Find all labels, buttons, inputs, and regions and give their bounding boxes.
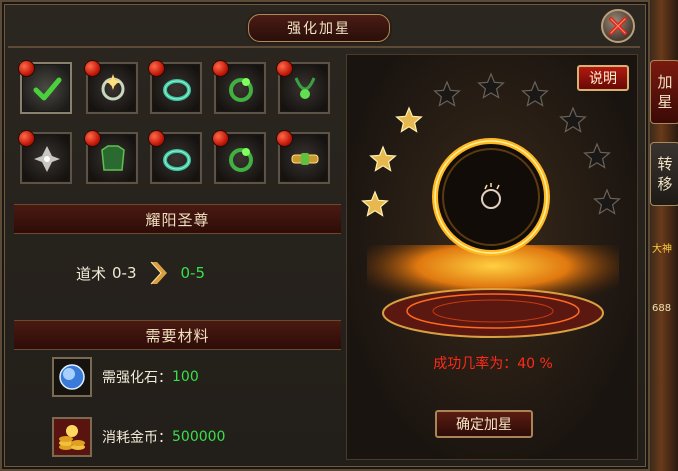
stat-from-value: 0-3 bbox=[112, 264, 137, 282]
star-lit-icon bbox=[361, 190, 389, 217]
equipment-slot-8[interactable] bbox=[148, 130, 202, 184]
enhance-ring bbox=[432, 138, 550, 256]
equipment-slot-2[interactable] bbox=[84, 60, 138, 114]
green-armor-icon bbox=[101, 145, 125, 171]
close-button[interactable] bbox=[601, 9, 635, 43]
star-empty-icon bbox=[583, 142, 611, 169]
tab-add-star-label-1: 加 bbox=[657, 73, 673, 91]
star-empty-icon bbox=[433, 80, 461, 107]
stone-label: 需强化石： bbox=[102, 370, 172, 386]
stat-upgrade-row: 道术 0-3 0-5 bbox=[76, 260, 205, 286]
equipment-slot-4[interactable] bbox=[212, 60, 266, 114]
stat-to-value: 0-5 bbox=[180, 264, 206, 282]
edge-number-fragment: 688 bbox=[652, 303, 672, 314]
success-rate-text: 成功几率为：40 % bbox=[433, 356, 553, 372]
star-empty-icon bbox=[477, 72, 505, 99]
star-empty-icon bbox=[559, 106, 587, 133]
tab-transfer-label-1: 转 bbox=[657, 155, 673, 173]
close-icon bbox=[609, 17, 627, 35]
equipment-slot-10[interactable] bbox=[276, 130, 330, 184]
gold-coins-icon bbox=[52, 417, 92, 457]
sparkle-bracelet-icon bbox=[101, 74, 125, 101]
equipment-slot-3[interactable] bbox=[148, 60, 202, 114]
jade-bracelet-icon bbox=[163, 149, 191, 171]
left-panel: 耀阳圣尊 道术 0-3 0-5 需要材料 需强化石： 100 消耗金币： 500… bbox=[14, 54, 341, 460]
strengthen-stone-row: 需强化石： 100 bbox=[52, 356, 199, 398]
equipment-slot-5[interactable] bbox=[276, 60, 330, 114]
equipment-name-header: 耀阳圣尊 bbox=[14, 204, 341, 234]
green-ring-icon bbox=[229, 148, 253, 172]
gold-label: 消耗金币： bbox=[102, 430, 172, 446]
star-panel: 说明 成功几率为：40 % 确定加星 bbox=[346, 54, 638, 460]
stone-value: 100 bbox=[172, 369, 199, 385]
altar-platform bbox=[367, 245, 619, 338]
tab-transfer[interactable]: 转 移 bbox=[650, 142, 678, 206]
edge-name-fragment: 大神 bbox=[652, 244, 672, 255]
gold-belt-icon bbox=[291, 153, 319, 165]
equipment-slot-1[interactable] bbox=[18, 60, 72, 114]
star-empty-icon bbox=[593, 188, 621, 215]
gold-cost-row: 消耗金币： 500000 bbox=[52, 416, 225, 458]
silver-amulet-icon bbox=[34, 146, 60, 172]
equipment-slot-6[interactable] bbox=[18, 130, 72, 184]
tab-add-star-label-2: 星 bbox=[657, 93, 673, 111]
jade-bracelet-icon bbox=[163, 79, 191, 101]
materials-header: 需要材料 bbox=[14, 320, 341, 350]
header-divider bbox=[8, 46, 640, 48]
equipment-slot-9[interactable] bbox=[212, 130, 266, 184]
equipment-slot-7[interactable] bbox=[84, 130, 138, 184]
confirm-add-star-button[interactable]: 确定加星 bbox=[435, 410, 533, 438]
strengthen-stone-icon bbox=[52, 357, 92, 397]
tab-transfer-label-2: 移 bbox=[657, 175, 673, 193]
chevron-right-icon bbox=[150, 261, 167, 285]
star-lit-icon bbox=[369, 145, 397, 172]
checkmark-icon bbox=[33, 77, 62, 101]
green-ring-icon bbox=[229, 78, 253, 102]
star-empty-icon bbox=[521, 80, 549, 107]
star-lit-icon bbox=[395, 106, 423, 133]
green-necklace-icon bbox=[294, 77, 316, 99]
window-title: 强化加星 bbox=[248, 14, 390, 42]
tab-add-star[interactable]: 加 星 bbox=[650, 60, 678, 124]
stat-label: 道术 bbox=[76, 264, 107, 283]
gold-value: 500000 bbox=[172, 429, 226, 445]
